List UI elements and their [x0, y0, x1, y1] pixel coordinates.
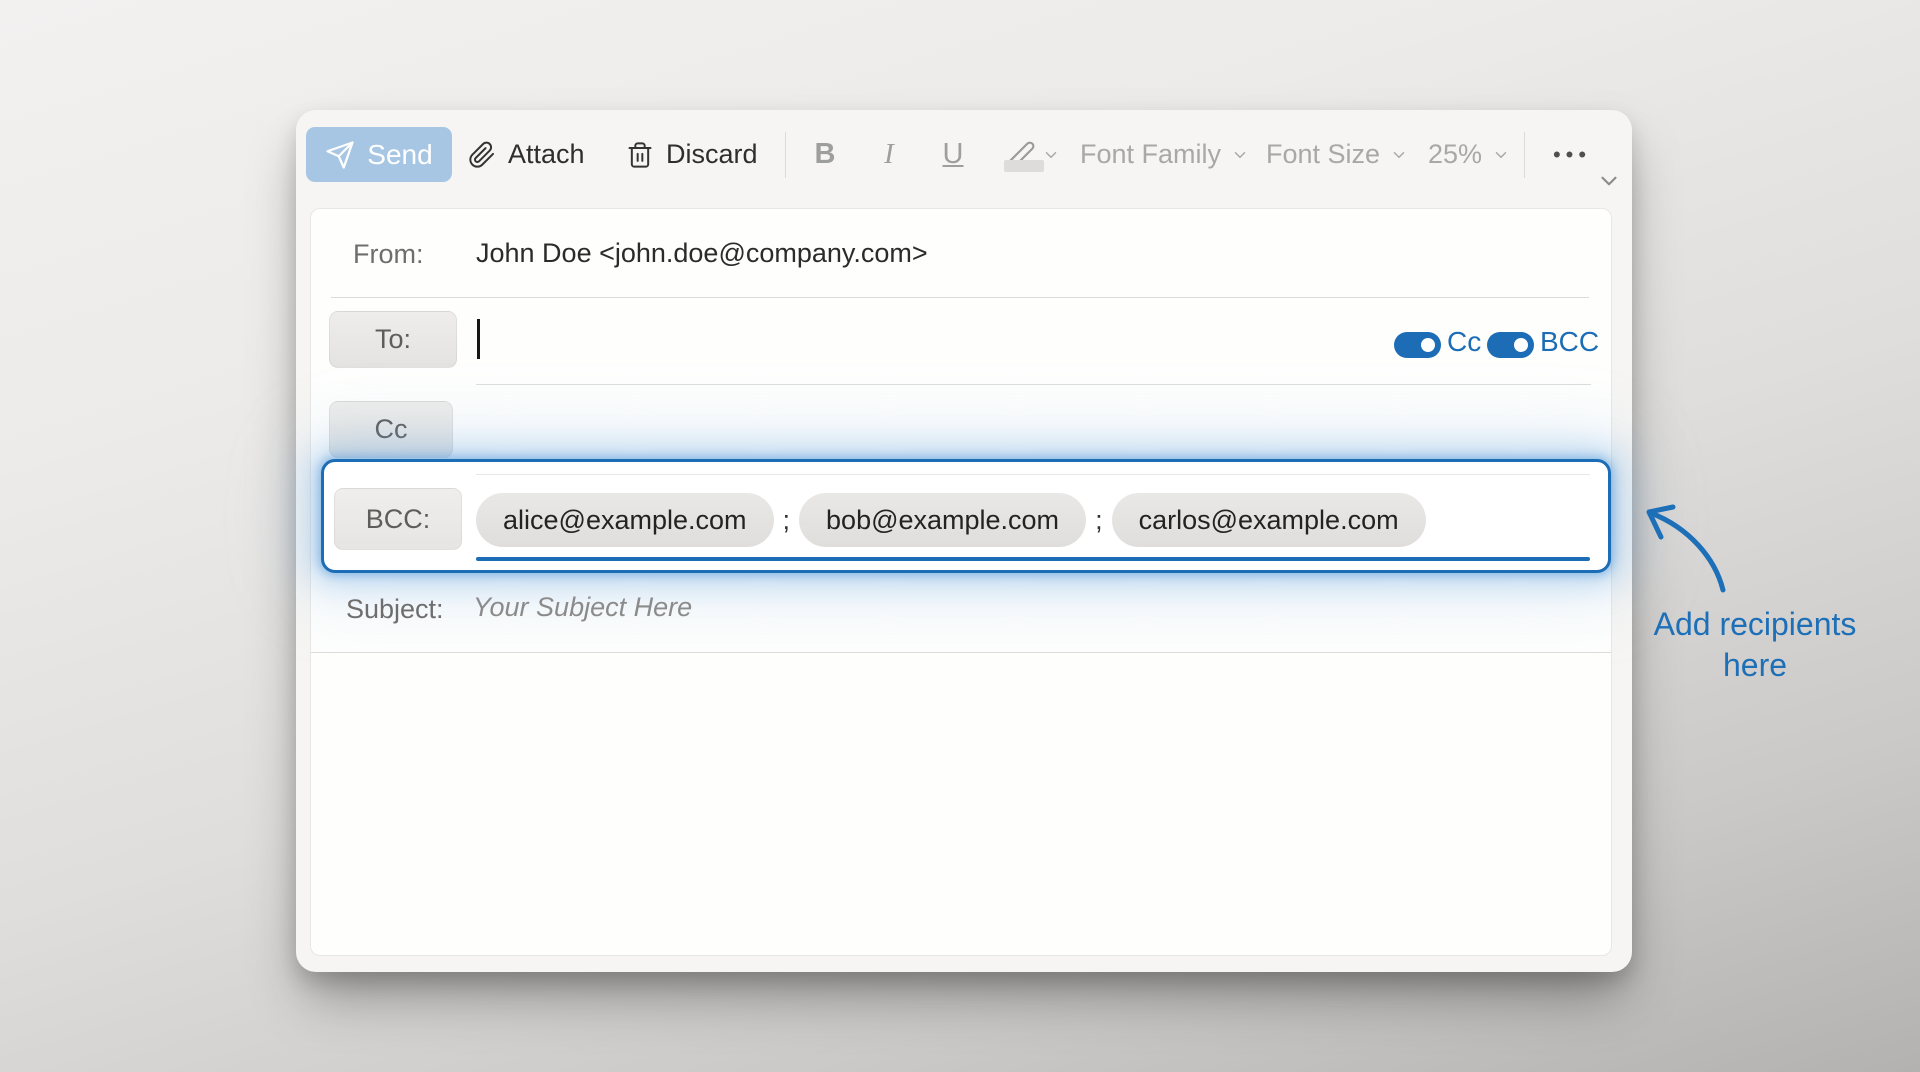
recipient-separator: ; [783, 505, 791, 536]
annotation-text: Add recipients here [1645, 604, 1865, 686]
send-button[interactable]: Send [306, 127, 452, 182]
bcc-toggle-label[interactable]: BCC [1540, 326, 1599, 358]
chevron-down-icon [1492, 146, 1510, 164]
discard-label: Discard [666, 139, 758, 170]
from-value: John Doe <john.doe@company.com> [476, 238, 928, 269]
italic-button[interactable]: I [860, 127, 918, 182]
underline-label: U [943, 138, 964, 171]
from-label: From: [353, 239, 424, 270]
send-label: Send [367, 139, 432, 171]
row-divider [476, 474, 1590, 475]
annotation-arrow-icon [1635, 498, 1740, 603]
recipient-separator: ; [1095, 505, 1103, 536]
subject-label: Subject: [346, 594, 444, 625]
to-field-button[interactable]: To: [329, 311, 457, 368]
font-family-dropdown[interactable]: Font Family [1080, 127, 1249, 182]
attach-button[interactable]: Attach [468, 127, 585, 182]
subject-placeholder[interactable]: Your Subject Here [473, 592, 692, 623]
annotation-line2: here [1645, 645, 1865, 686]
recipient-chip[interactable]: carlos@example.com [1112, 493, 1426, 547]
font-family-label: Font Family [1080, 139, 1221, 170]
bcc-chip-list[interactable]: alice@example.com; bob@example.com; carlos… [476, 493, 1426, 547]
message-body-area[interactable] [311, 653, 1611, 955]
toggle-knob [1416, 333, 1440, 357]
compose-form: From: John Doe <john.doe@company.com> To… [310, 208, 1612, 956]
bold-button[interactable]: B [796, 127, 854, 182]
bcc-field-button[interactable]: BCC: [334, 488, 462, 550]
font-size-dropdown[interactable]: Font Size [1266, 127, 1408, 182]
discard-button[interactable]: Discard [626, 127, 758, 182]
send-icon [325, 140, 355, 170]
bcc-field-highlight: BCC: alice@example.com; bob@example.com; c… [321, 459, 1611, 573]
chevron-down-icon [1231, 146, 1249, 164]
bcc-input-underline [476, 557, 1590, 561]
underline-button[interactable]: U [924, 127, 982, 182]
cc-field-button[interactable]: Cc [329, 401, 453, 458]
highlight-color-button[interactable] [990, 127, 1076, 182]
to-label: To: [375, 324, 411, 355]
annotation-line1: Add recipients [1645, 604, 1865, 645]
toolbar-collapse-chevron-icon[interactable] [1592, 166, 1626, 196]
attach-label: Attach [508, 139, 585, 170]
cc-toggle[interactable] [1394, 332, 1441, 358]
trash-icon [626, 141, 654, 169]
bcc-toggle[interactable] [1487, 332, 1534, 358]
recipient-chip[interactable]: bob@example.com [799, 493, 1086, 547]
bold-label: B [815, 138, 836, 171]
chevron-down-icon [1042, 146, 1060, 164]
zoom-dropdown[interactable]: 25% [1428, 127, 1510, 182]
italic-label: I [884, 138, 894, 171]
compose-toolbar: Send Attach Discard B I U [296, 110, 1632, 208]
row-divider [331, 297, 1589, 298]
cc-label: Cc [375, 414, 408, 445]
color-swatch [1004, 160, 1044, 172]
font-size-label: Font Size [1266, 139, 1380, 170]
text-cursor [477, 319, 480, 359]
toolbar-divider [785, 132, 786, 178]
chevron-down-icon [1390, 146, 1408, 164]
toolbar-divider [1524, 132, 1525, 178]
zoom-label: 25% [1428, 139, 1482, 170]
ellipsis-icon: ••• [1553, 142, 1591, 168]
compose-window: Send Attach Discard B I U [296, 110, 1632, 972]
toggle-knob [1509, 333, 1533, 357]
paperclip-icon [468, 141, 496, 169]
to-input-underline [476, 384, 1591, 385]
cc-toggle-label[interactable]: Cc [1447, 326, 1481, 358]
bcc-label: BCC: [366, 504, 431, 535]
recipient-chip[interactable]: alice@example.com [476, 493, 774, 547]
